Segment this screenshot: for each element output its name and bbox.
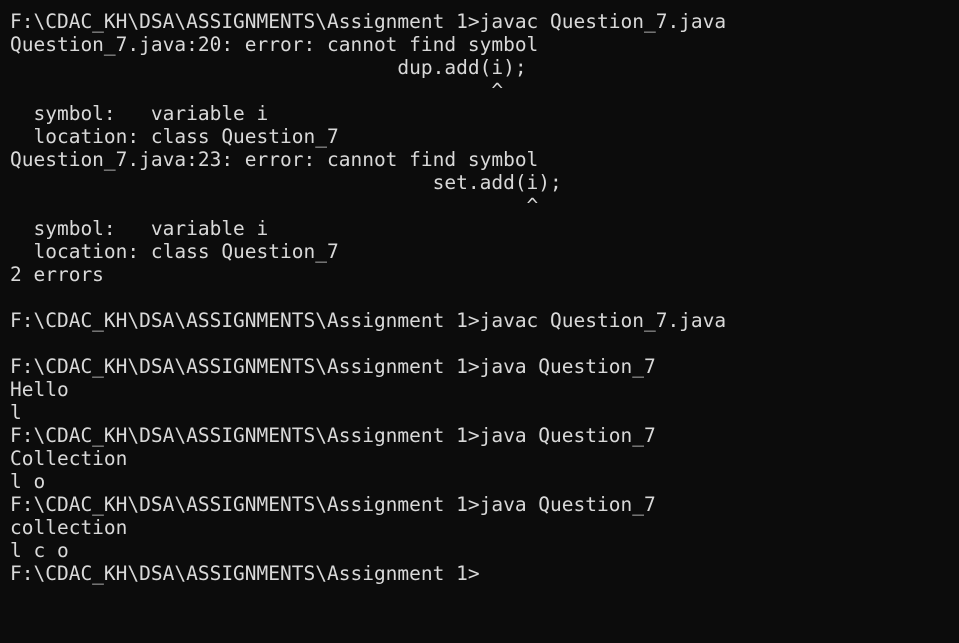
terminal-line-run-1-input: Hello — [10, 378, 69, 401]
terminal-line-error-2-symbol: symbol: variable i — [10, 217, 269, 240]
terminal-line-error-1-code: dup.add(i); — [10, 56, 527, 79]
terminal-line-run-3-input: collection — [10, 516, 128, 539]
terminal-line-error-2-code: set.add(i); — [10, 171, 562, 194]
terminal-line-error-count: 2 errors — [10, 263, 104, 286]
terminal-line-run-2: F:\CDAC_KH\DSA\ASSIGNMENTS\Assignment 1>… — [10, 424, 656, 447]
terminal-line-run-2-input: Collection — [10, 447, 128, 470]
terminal-line-error-2: Question_7.java:23: error: cannot find s… — [10, 148, 539, 171]
terminal-prompt-text: F:\CDAC_KH\DSA\ASSIGNMENTS\Assignment 1> — [10, 562, 480, 585]
terminal-line-error-1-location: location: class Question_7 — [10, 125, 339, 148]
terminal-line-compile-2: F:\CDAC_KH\DSA\ASSIGNMENTS\Assignment 1>… — [10, 309, 727, 332]
terminal-line-run-3: F:\CDAC_KH\DSA\ASSIGNMENTS\Assignment 1>… — [10, 493, 656, 516]
terminal-line-run-2-output: l o — [10, 470, 46, 493]
terminal-line-error-2-location: location: class Question_7 — [10, 240, 339, 263]
terminal-line-error-1-symbol: symbol: variable i — [10, 102, 269, 125]
terminal-line-error-1: Question_7.java:20: error: cannot find s… — [10, 33, 539, 56]
terminal-line-error-2-caret: ^ — [10, 194, 539, 217]
terminal-line-run-3-output: l c o — [10, 539, 69, 562]
terminal-line-run-1-output: l — [10, 401, 22, 424]
terminal-prompt[interactable]: F:\CDAC_KH\DSA\ASSIGNMENTS\Assignment 1> — [10, 562, 959, 585]
terminal-line-run-1: F:\CDAC_KH\DSA\ASSIGNMENTS\Assignment 1>… — [10, 355, 656, 378]
terminal-output[interactable]: F:\CDAC_KH\DSA\ASSIGNMENTS\Assignment 1>… — [0, 0, 959, 643]
terminal-line-error-1-caret: ^ — [10, 79, 504, 102]
terminal-line-compile-1: F:\CDAC_KH\DSA\ASSIGNMENTS\Assignment 1>… — [10, 10, 727, 33]
